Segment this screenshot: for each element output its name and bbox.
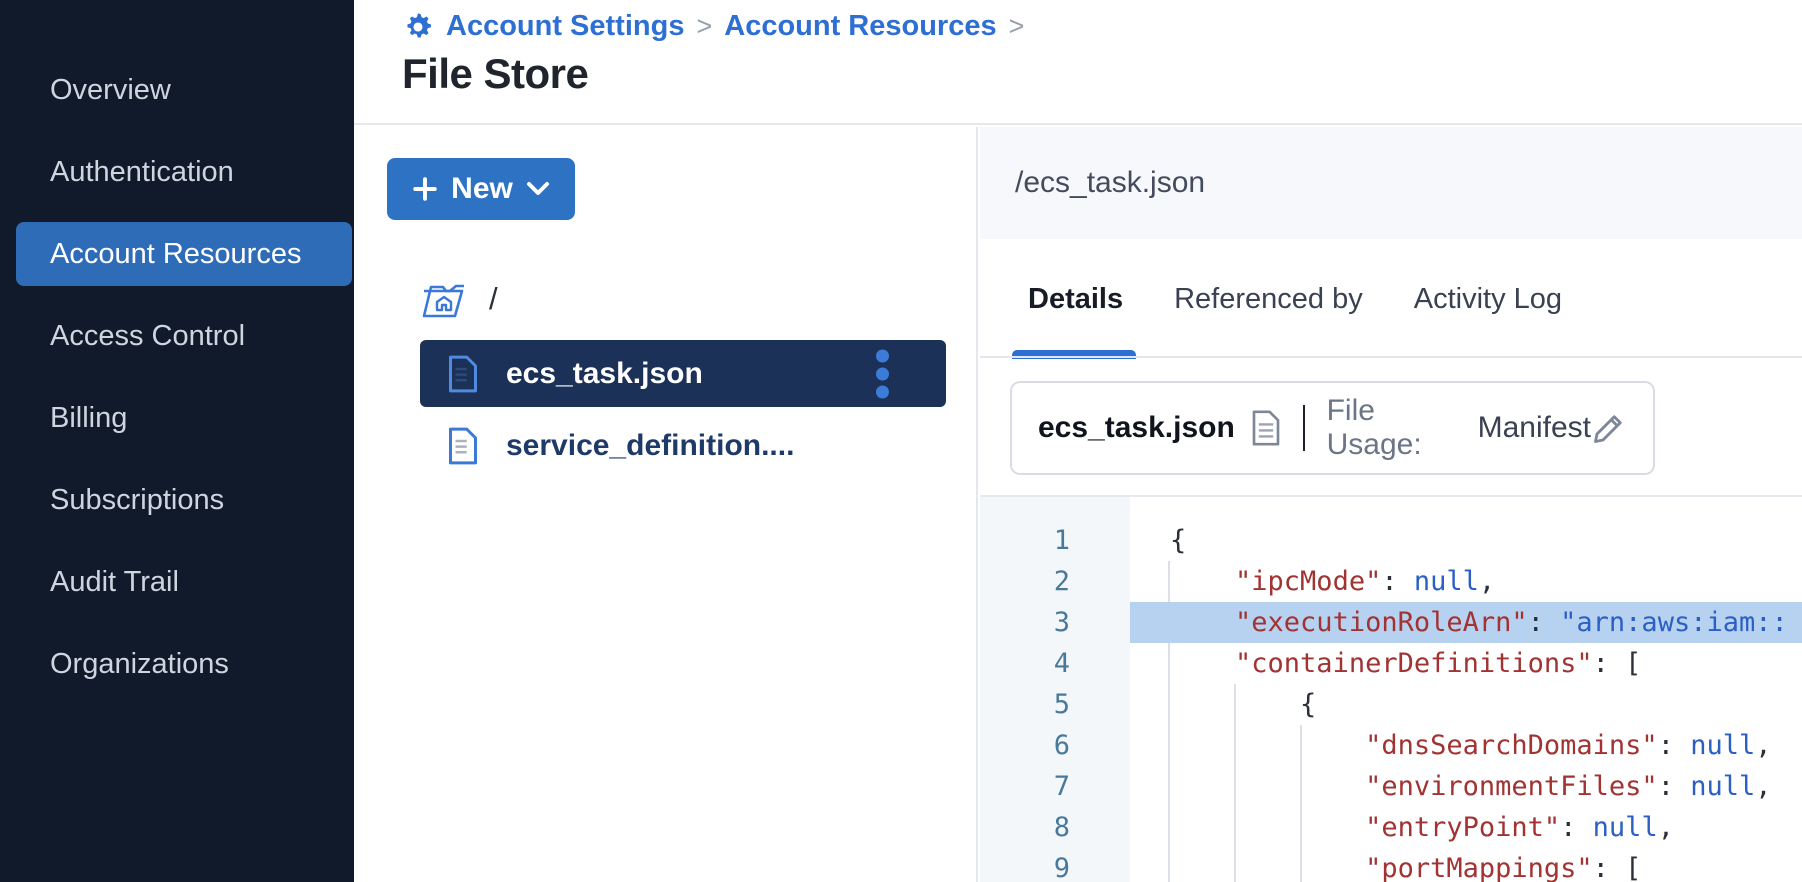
code-line-text: "portMappings": [: [1130, 848, 1802, 882]
card-divider: [1303, 405, 1305, 451]
sidebar-item-audit-trail[interactable]: Audit Trail: [16, 550, 352, 614]
code-line-text: "containerDefinitions": [: [1130, 643, 1802, 684]
code-line-5[interactable]: 5 {: [980, 684, 1802, 725]
file-name: service_definition....: [506, 429, 794, 463]
document-icon: [1251, 410, 1281, 446]
code-line-3[interactable]: 3 "executionRoleArn": "arn:aws:iam::: [980, 602, 1802, 643]
home-folder-icon: [421, 279, 467, 319]
line-number: 9: [980, 848, 1070, 882]
code-line-text: {: [1130, 520, 1802, 561]
code-line-text: "dnsSearchDomains": null,: [1130, 725, 1802, 766]
sidebar-item-account-resources[interactable]: Account Resources: [16, 222, 352, 286]
new-file-button[interactable]: New: [387, 158, 575, 220]
new-file-button-label: New: [451, 172, 513, 206]
gear-icon: [402, 11, 434, 43]
breadcrumb-separator: >: [1009, 11, 1025, 42]
file-path: /ecs_task.json: [1015, 127, 1205, 239]
code-line-list: 1{2 "ipcMode": null,3 "executionRoleArn"…: [980, 520, 1802, 882]
chevron-down-icon: [526, 181, 550, 197]
sidebar-item-billing[interactable]: Billing: [16, 386, 352, 450]
root-folder-row[interactable]: /: [421, 279, 498, 319]
kebab-menu-icon[interactable]: [876, 349, 889, 398]
code-line-9[interactable]: 9 "portMappings": [: [980, 848, 1802, 882]
code-line-6[interactable]: 6 "dnsSearchDomains": null,: [980, 725, 1802, 766]
line-number: 4: [980, 643, 1070, 684]
page-header: Account Settings > Account Resources > F…: [354, 0, 1802, 125]
breadcrumb-link-account-resources[interactable]: Account Resources: [724, 10, 996, 43]
code-line-text: "ipcMode": null,: [1130, 561, 1802, 602]
file-name: ecs_task.json: [506, 357, 703, 391]
line-number: 3: [980, 602, 1070, 643]
sidebar-item-overview[interactable]: Overview: [16, 58, 352, 122]
code-line-7[interactable]: 7 "environmentFiles": null,: [980, 766, 1802, 807]
line-number: 7: [980, 766, 1070, 807]
tab-divider: [980, 356, 1802, 358]
page-title: File Store: [402, 50, 588, 98]
app-window: OverviewAuthenticationAccount ResourcesA…: [0, 0, 1802, 882]
code-line-text: "entryPoint": null,: [1130, 807, 1802, 848]
settings-sidebar: Overview Authentication Account Resources A…: [0, 0, 354, 882]
plus-icon: [412, 176, 438, 202]
file-usage-card: ecs_task.json File Usage: Manifest: [1010, 381, 1655, 475]
code-line-text: "executionRoleArn": "arn:aws:iam::: [1130, 602, 1802, 643]
file-path-header: /ecs_task.json: [980, 127, 1802, 239]
line-number: 8: [980, 807, 1070, 848]
line-number: 6: [980, 725, 1070, 766]
sidebar-item-access-control[interactable]: Access Control: [16, 304, 352, 368]
file-usage-value: Manifest: [1478, 411, 1591, 445]
file-icon: [448, 355, 478, 393]
code-editor[interactable]: 1{2 "ipcMode": null,3 "executionRoleArn"…: [980, 495, 1802, 882]
sidebar-item-organizations[interactable]: Organizations: [16, 632, 352, 696]
file-icon: [448, 427, 478, 465]
line-number: 2: [980, 561, 1070, 602]
file-row-ecs_task.json[interactable]: ecs_task.json: [420, 340, 946, 407]
file-card-name: ecs_task.json: [1038, 411, 1235, 445]
sidebar-item-list: Overview Authentication Account Resources A…: [0, 58, 354, 714]
breadcrumb-separator: >: [696, 11, 712, 42]
sidebar-item-subscriptions[interactable]: Subscriptions: [16, 468, 352, 532]
tab-activity-log[interactable]: Activity Log: [1414, 283, 1562, 316]
file-usage-label: File Usage:: [1327, 394, 1464, 462]
detail-tabs: Details Referenced by Activity Log: [1028, 283, 1562, 316]
file-row-service_definition....[interactable]: service_definition....: [420, 417, 946, 475]
breadcrumb: Account Settings > Account Resources >: [402, 10, 1024, 43]
line-number: 5: [980, 684, 1070, 725]
code-line-4[interactable]: 4 "containerDefinitions": [: [980, 643, 1802, 684]
file-store-panel: New / ecs_task.json: [354, 127, 978, 882]
code-line-2[interactable]: 2 "ipcMode": null,: [980, 561, 1802, 602]
code-line-text: {: [1130, 684, 1802, 725]
root-folder-label: /: [489, 281, 498, 317]
code-line-8[interactable]: 8 "entryPoint": null,: [980, 807, 1802, 848]
file-detail-panel: /ecs_task.json Details Referenced by Activ…: [980, 127, 1802, 882]
tab-details[interactable]: Details: [1028, 283, 1123, 316]
edit-pencil-icon[interactable]: [1591, 410, 1627, 446]
code-line-text: "environmentFiles": null,: [1130, 766, 1802, 807]
tab-referenced-by[interactable]: Referenced by: [1174, 283, 1363, 316]
sidebar-item-authentication[interactable]: Authentication: [16, 140, 352, 204]
code-line-1[interactable]: 1{: [980, 520, 1802, 561]
breadcrumb-link-account-settings[interactable]: Account Settings: [446, 10, 684, 43]
line-number: 1: [980, 520, 1070, 561]
